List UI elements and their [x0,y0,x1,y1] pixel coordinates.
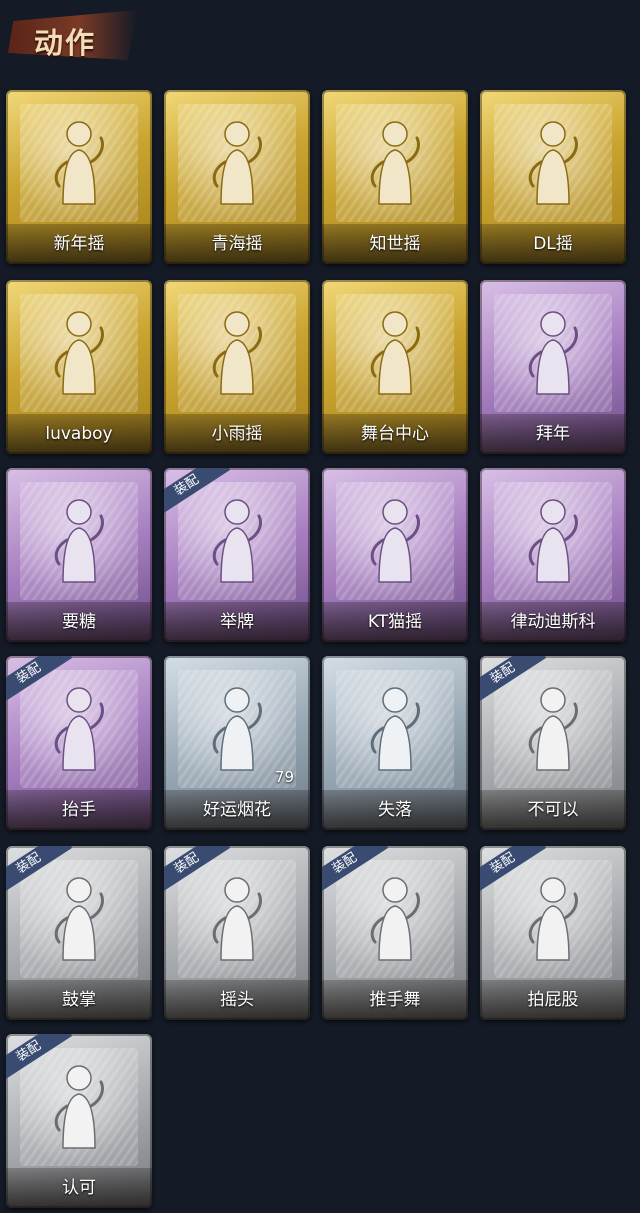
emote-figure-icon [54,877,105,961]
emote-card[interactable]: KT猫摇 [322,468,468,642]
emote-figure-icon [370,877,421,961]
emote-card[interactable]: DL摇 [480,90,626,264]
emote-figure-icon [370,121,421,205]
emote-figure-icon [528,877,579,961]
emote-card[interactable]: 青海摇 [164,90,310,264]
emote-card[interactable]: 推手舞 装配 [322,846,468,1020]
emote-name: 青海摇 [211,234,263,254]
emote-figure-icon [212,687,263,771]
emote-figure-icon [212,499,263,583]
emote-figure-icon [54,1065,105,1149]
emote-figure-icon [212,311,263,395]
emote-card[interactable]: 抬手 装配 [6,656,152,830]
emote-card[interactable]: 摇头 装配 [164,846,310,1020]
emote-card[interactable]: 新年摇 [6,90,152,264]
emote-name: 新年摇 [53,234,105,254]
emote-card[interactable]: 舞台中心 [322,280,468,454]
emote-figure-icon [370,687,421,771]
emote-name: KT猫摇 [367,612,423,632]
emote-figure-icon [54,311,105,395]
emote-name: 拜年 [536,424,570,444]
emote-name: 不可以 [527,800,579,820]
emote-name: 知世摇 [369,234,421,254]
emote-figure-icon [528,311,579,395]
emote-name: 小雨摇 [211,424,263,444]
emote-card[interactable]: 拜年 [480,280,626,454]
emote-name: 舞台中心 [361,424,429,444]
emote-figure-icon [528,121,579,205]
emote-name: 举牌 [220,612,254,632]
emote-card[interactable]: 小雨摇 [164,280,310,454]
emote-card[interactable]: 要糖 [6,468,152,642]
emote-figure-icon [528,499,579,583]
emote-figure-icon [370,311,421,395]
emote-card[interactable]: luvaboy [6,280,152,454]
emote-name: 摇头 [220,990,254,1010]
emote-name: 拍屁股 [527,990,579,1010]
emote-figure-icon [54,499,105,583]
emote-name: DL摇 [533,234,573,254]
emote-name: 抬手 [62,800,96,820]
emote-name: 认可 [62,1178,96,1198]
emote-card[interactable]: 不可以 装配 [480,656,626,830]
emote-card[interactable]: 失落 [322,656,468,830]
emote-name: luvaboy [45,424,113,444]
emote-name: 律动迪斯科 [510,612,596,632]
emote-name: 好运烟花 [203,800,271,820]
emote-card[interactable]: 认可 装配 [6,1034,152,1208]
emote-figure-icon [370,499,421,583]
emote-card[interactable]: 好运烟花 79 [164,656,310,830]
emote-name: 失落 [378,800,412,820]
emote-name: 要糖 [62,612,96,632]
emote-figure-icon [54,687,105,771]
emote-card[interactable]: 鼓掌 装配 [6,846,152,1020]
emote-card[interactable]: 知世摇 [322,90,468,264]
emote-card[interactable]: 举牌 装配 [164,468,310,642]
emote-card[interactable]: 拍屁股 装配 [480,846,626,1020]
emote-figure-icon [212,877,263,961]
emote-figure-icon [54,121,105,205]
emote-figure-icon [212,121,263,205]
emote-figure-icon [528,687,579,771]
emote-name: 推手舞 [369,990,421,1010]
emote-name: 鼓掌 [62,990,96,1010]
emote-card[interactable]: 律动迪斯科 [480,468,626,642]
page-title: 动作 [34,26,97,60]
item-count: 79 [274,768,294,786]
